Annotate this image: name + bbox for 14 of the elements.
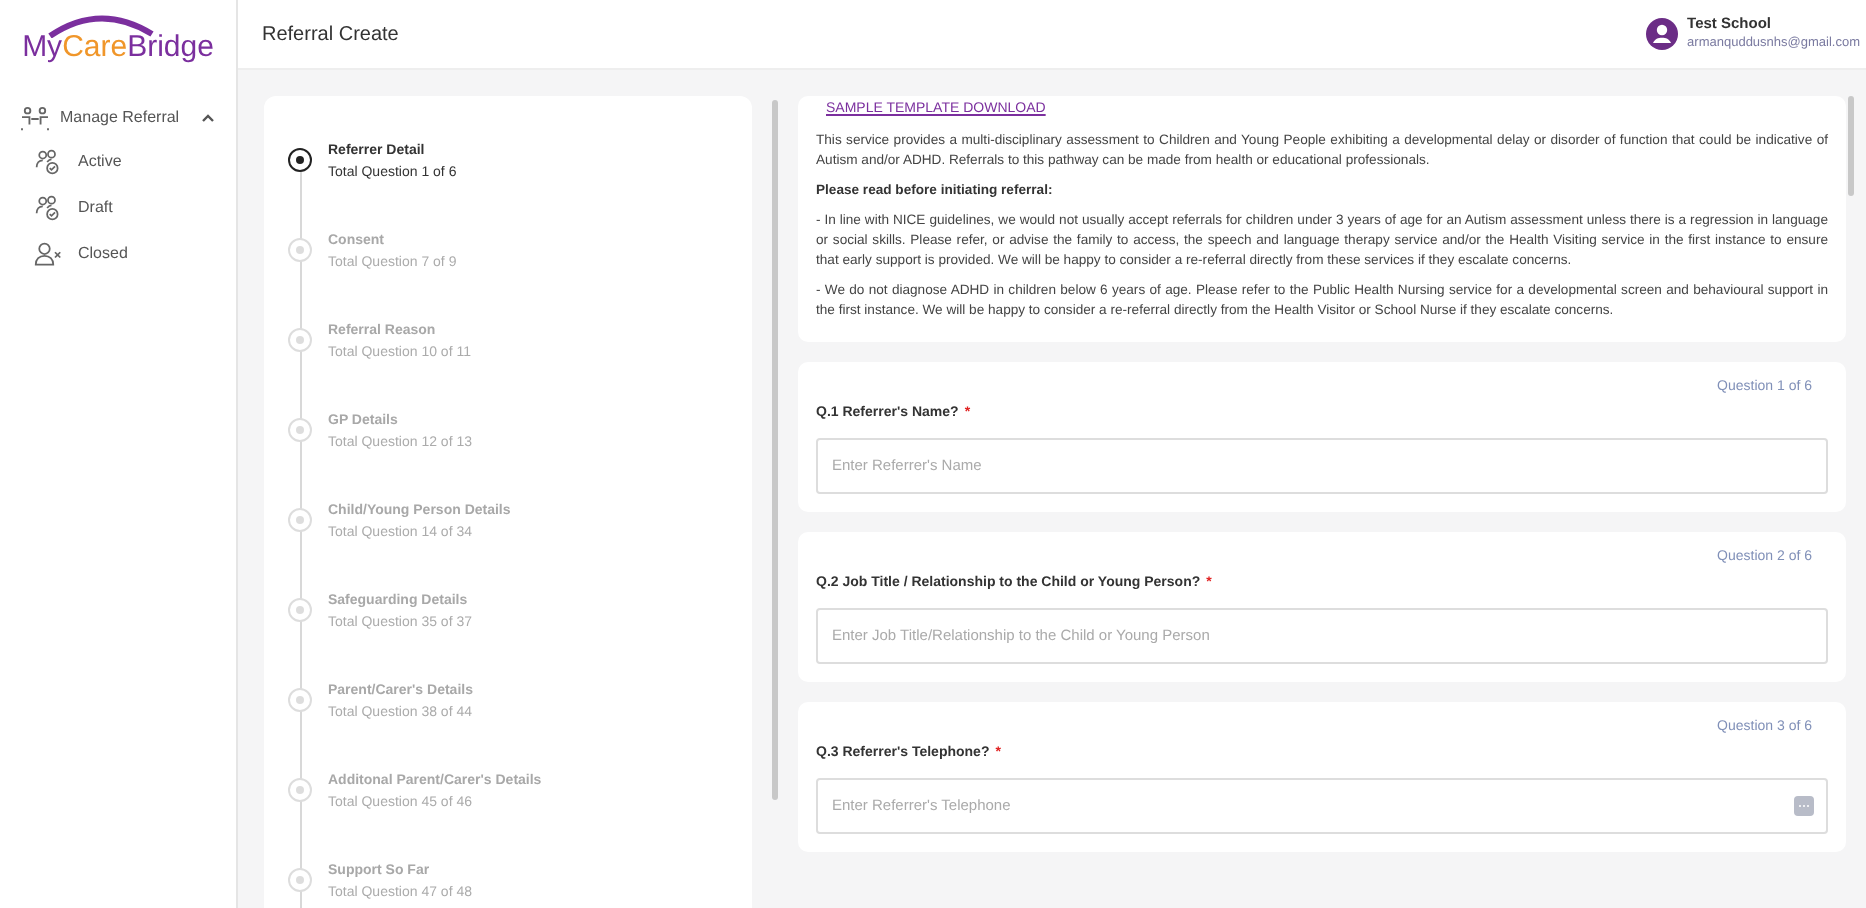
nav-group[interactable]: Manage Referral [0,98,236,138]
avatar-icon[interactable] [1645,18,1678,50]
nav-group-label: Manage Referral [60,106,182,130]
user-remove-icon [34,239,62,267]
nav-item[interactable]: Closed [0,230,236,276]
logo: MyCareBridge [22,17,214,71]
keypad-icon [1794,795,1814,816]
page-title: Referral Create [262,21,399,49]
users-check-icon [34,193,62,221]
step-marker-icon [288,148,312,172]
nav-item[interactable]: Active [0,138,236,184]
nav-item[interactable]: Draft [0,184,236,230]
users-check-icon [34,147,62,175]
people-icon [20,105,50,131]
